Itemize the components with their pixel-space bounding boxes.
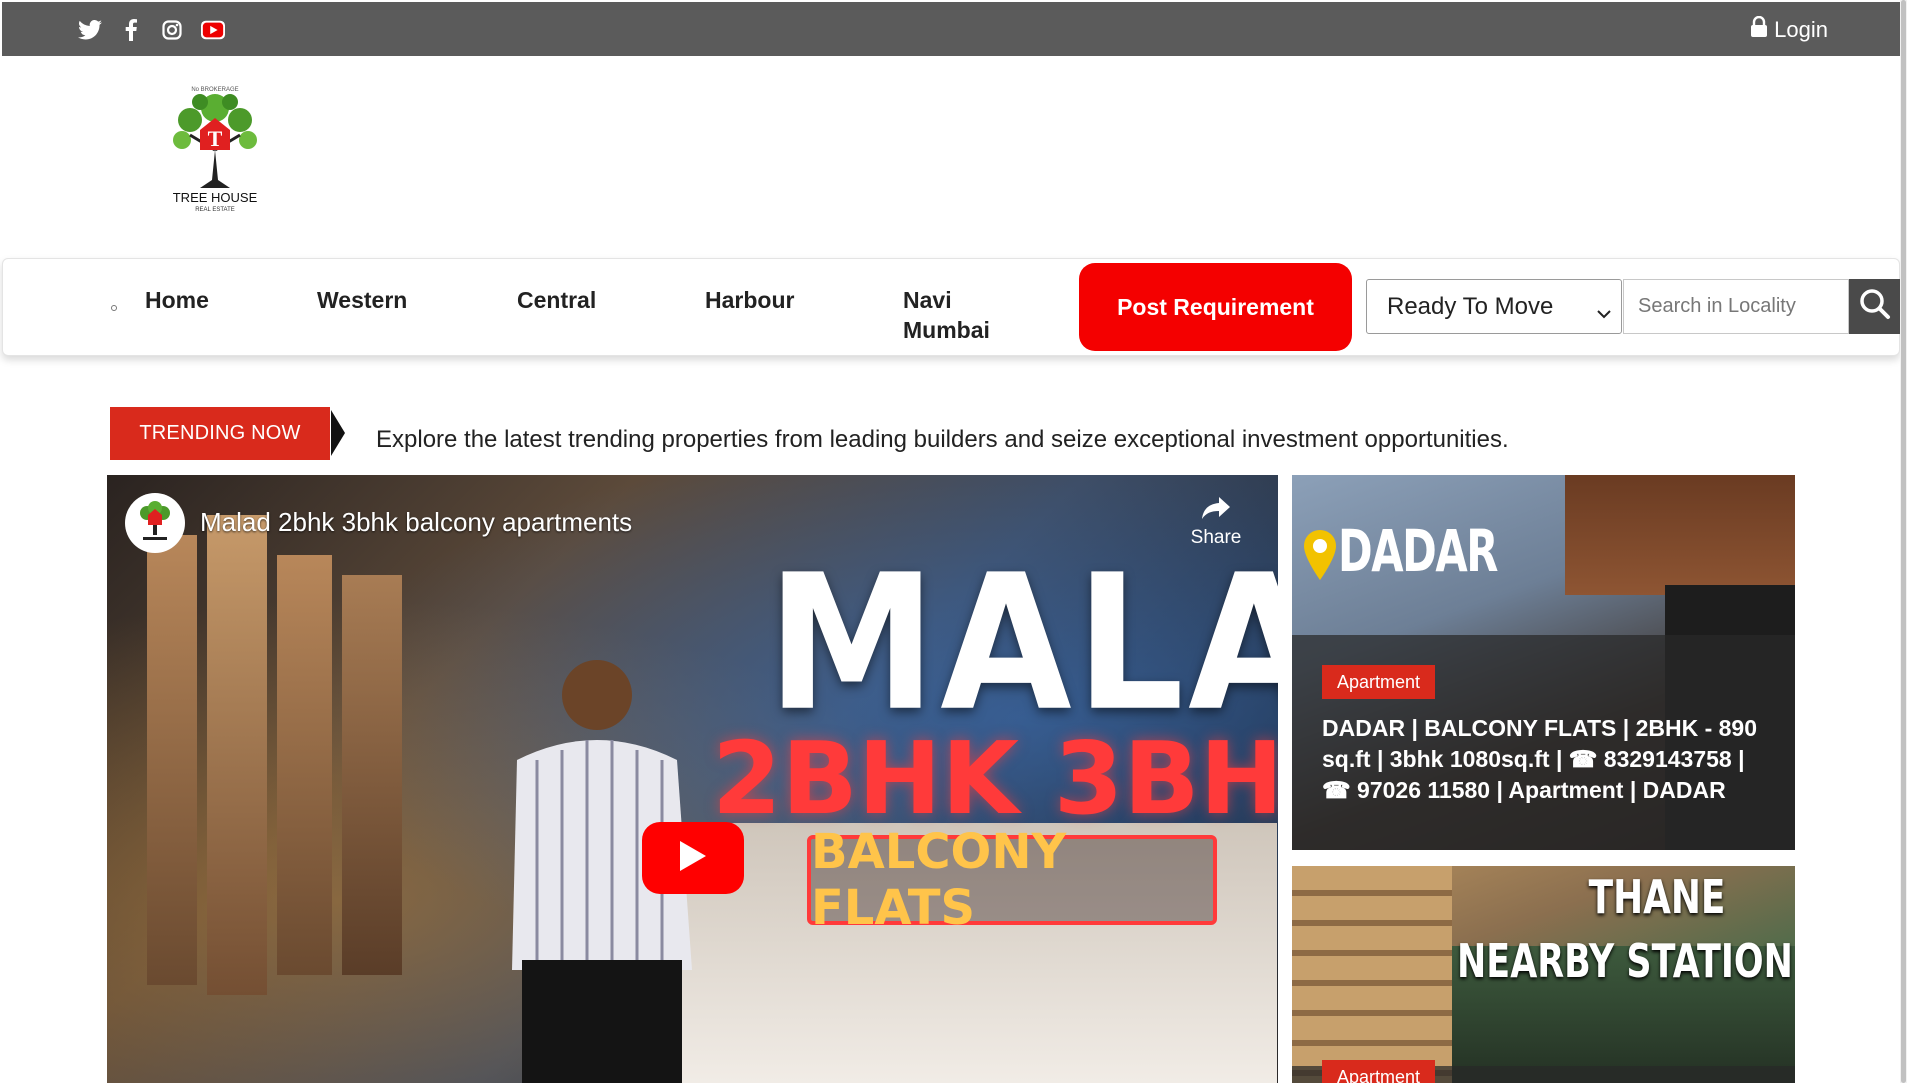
video-building-shape bbox=[277, 555, 332, 975]
top-bar: Login bbox=[2, 2, 1900, 56]
search-button[interactable] bbox=[1849, 279, 1901, 334]
tree-house-logo-icon bbox=[140, 501, 170, 540]
lock-icon bbox=[1750, 15, 1768, 44]
locality-search-input[interactable] bbox=[1623, 279, 1849, 334]
map-pin-icon bbox=[1304, 530, 1336, 585]
property-card[interactable]: THANE NEARBY STATION Apartment bbox=[1292, 866, 1795, 1083]
search-icon bbox=[1859, 288, 1891, 325]
trending-ticker-text[interactable]: Explore the latest trending properties f… bbox=[376, 426, 1509, 454]
property-status-value: Ready To Move bbox=[1387, 292, 1554, 320]
featured-video[interactable]: Malad 2bhk 3bhk balcony apartments Share… bbox=[107, 475, 1278, 1083]
share-icon bbox=[1201, 497, 1231, 526]
trending-arrow-icon bbox=[331, 410, 345, 456]
video-tag-text: BALCONY FLATS bbox=[807, 824, 1217, 936]
nav-item-navi-mumbai[interactable]: Navi Mumbai bbox=[903, 285, 1013, 345]
svg-text:T: T bbox=[208, 126, 223, 151]
property-status-select[interactable]: Ready To Move bbox=[1366, 279, 1622, 334]
twitter-icon[interactable] bbox=[78, 18, 102, 42]
video-building-shape bbox=[207, 515, 267, 995]
play-icon bbox=[678, 839, 708, 878]
tree-house-logo-icon: No BROKERAGE T TREE HOUSE REAL ESTATE bbox=[173, 87, 258, 213]
nav-item-central[interactable]: Central bbox=[517, 285, 596, 315]
chevron-down-icon bbox=[1597, 298, 1611, 326]
nav-bullet-icon bbox=[111, 305, 117, 311]
channel-avatar[interactable] bbox=[125, 493, 185, 553]
site-logo[interactable]: No BROKERAGE T TREE HOUSE REAL ESTATE bbox=[160, 80, 270, 215]
location-overlay-text: THANE bbox=[1588, 870, 1725, 924]
video-building-shape bbox=[147, 535, 197, 985]
nav-item-home[interactable]: Home bbox=[145, 285, 209, 315]
play-button[interactable] bbox=[642, 822, 744, 894]
building-shape bbox=[1292, 866, 1452, 1083]
social-links bbox=[78, 18, 225, 42]
nav-item-harbour[interactable]: Harbour bbox=[705, 285, 794, 315]
video-subheadline-text: 2BHK 3BHK bbox=[712, 720, 1278, 837]
main-nav: Home Western Central Harbour Navi Mumbai… bbox=[2, 258, 1901, 356]
location-overlay: DADAR bbox=[1304, 517, 1559, 585]
property-type-badge[interactable]: Apartment bbox=[1322, 665, 1436, 699]
property-card[interactable]: DADAR Apartment DADAR | BALCONY FLATS | … bbox=[1292, 475, 1795, 850]
location-overlay-subtext: NEARBY STATION bbox=[1457, 934, 1793, 988]
property-title[interactable]: DADAR | BALCONY FLATS | 2BHK - 890 sq.ft… bbox=[1322, 713, 1772, 806]
login-link[interactable]: Login bbox=[1750, 15, 1828, 44]
video-title[interactable]: Malad 2bhk 3bhk balcony apartments bbox=[200, 507, 632, 538]
post-requirement-button[interactable]: Post Requirement bbox=[1079, 263, 1352, 351]
facebook-icon[interactable] bbox=[119, 18, 143, 42]
trending-now-label: TRENDING NOW bbox=[110, 407, 330, 460]
video-building-shape bbox=[342, 575, 402, 975]
instagram-icon[interactable] bbox=[160, 18, 184, 42]
page-scrollbar[interactable] bbox=[1900, 0, 1907, 1083]
svg-text:TREE HOUSE: TREE HOUSE bbox=[173, 190, 258, 205]
location-overlay-text: DADAR bbox=[1338, 517, 1498, 585]
svg-text:REAL ESTATE: REAL ESTATE bbox=[195, 207, 235, 213]
ceiling-shape bbox=[1565, 475, 1795, 595]
property-type-badge[interactable]: Apartment bbox=[1322, 1060, 1436, 1083]
youtube-icon[interactable] bbox=[201, 18, 225, 42]
svg-text:No BROKERAGE: No BROKERAGE bbox=[191, 87, 238, 93]
login-label: Login bbox=[1774, 17, 1828, 42]
nav-item-western[interactable]: Western bbox=[317, 285, 407, 315]
scrollbar-thumb[interactable] bbox=[1901, 0, 1906, 1083]
